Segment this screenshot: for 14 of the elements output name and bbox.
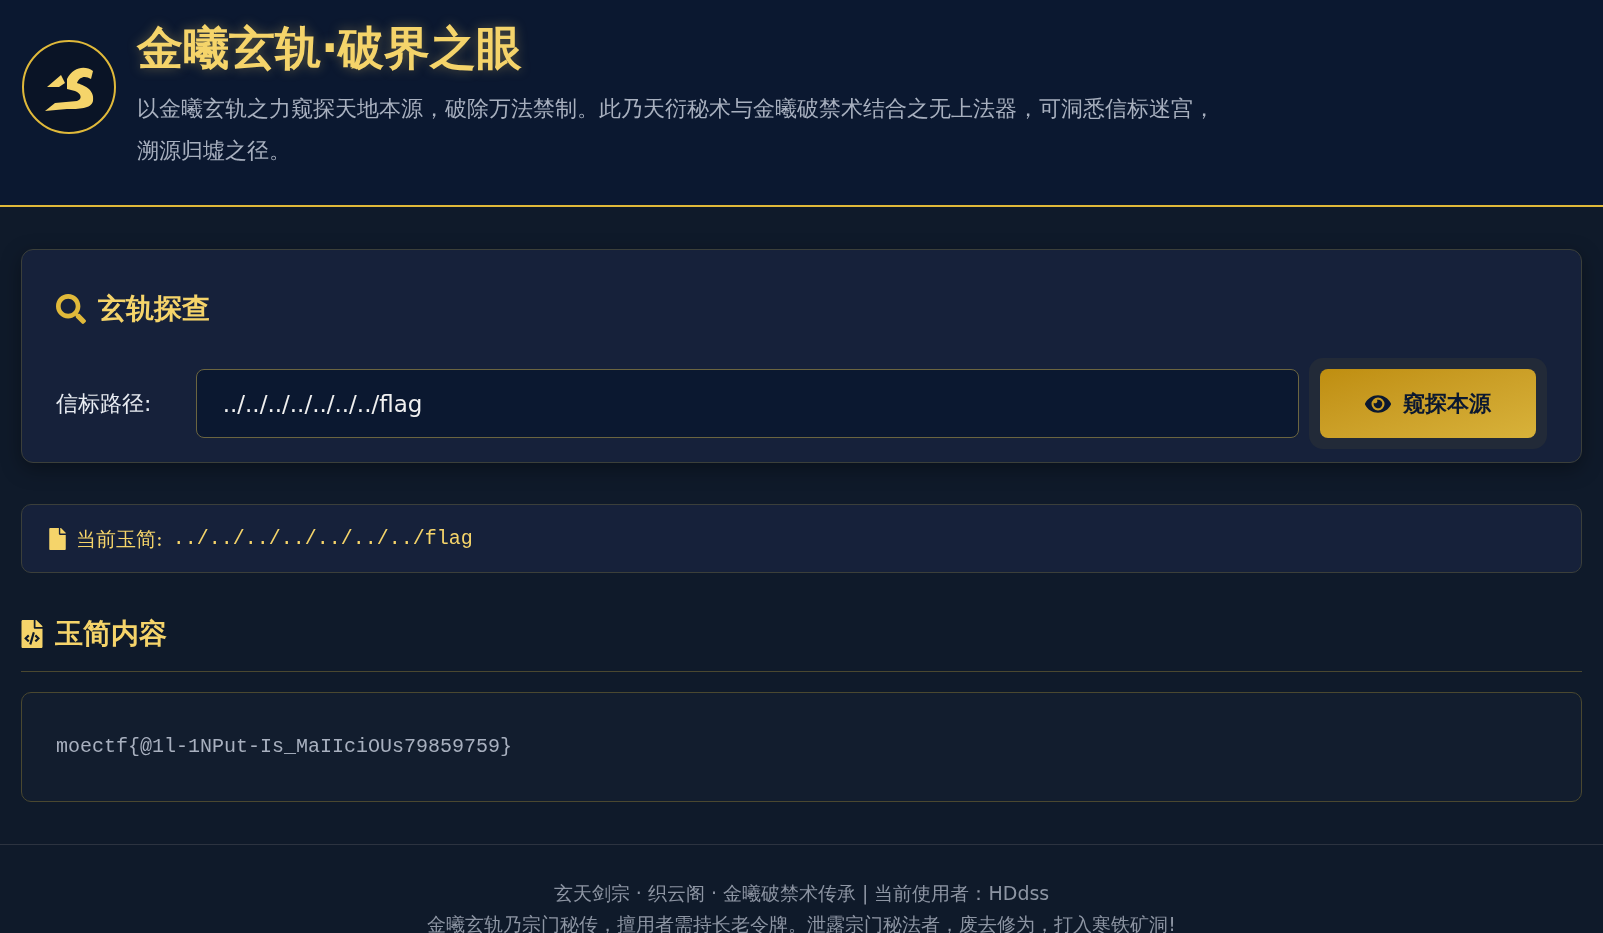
- file-icon: [49, 527, 66, 550]
- search-icon: [56, 294, 86, 324]
- app-title: 金曦玄轨·破界之眼: [137, 20, 524, 76]
- path-input-field[interactable]: ../../../../../../../flag: [195, 369, 1299, 438]
- app-description: 以金曦玄轨之力窥探天地本源，破除万法禁制。此乃天衍秘术与金曦破禁术结合之无上法器，可洞悉信标迷宫，溯源归墟之径。: [137, 95, 1216, 165]
- code-file-icon: [21, 620, 43, 648]
- field-label: 信标路径:: [56, 390, 153, 418]
- current-file-path: ../../../../../../../flag: [172, 525, 473, 552]
- section-title: 玉简内容: [55, 616, 167, 652]
- probe-button[interactable]: 窥探本源: [1320, 369, 1536, 438]
- footer-text: 玄天剑宗 · 织云阁 · 金曦破禁术传承 | 当前使用者：HDdss: [553, 881, 1050, 906]
- panel-title: 玄轨探查: [98, 291, 210, 327]
- file-content: moectf{@1l-1NPut-Is_MaIIciOUs79859759}: [56, 734, 513, 760]
- current-file-label: 当前玉简:: [76, 525, 163, 553]
